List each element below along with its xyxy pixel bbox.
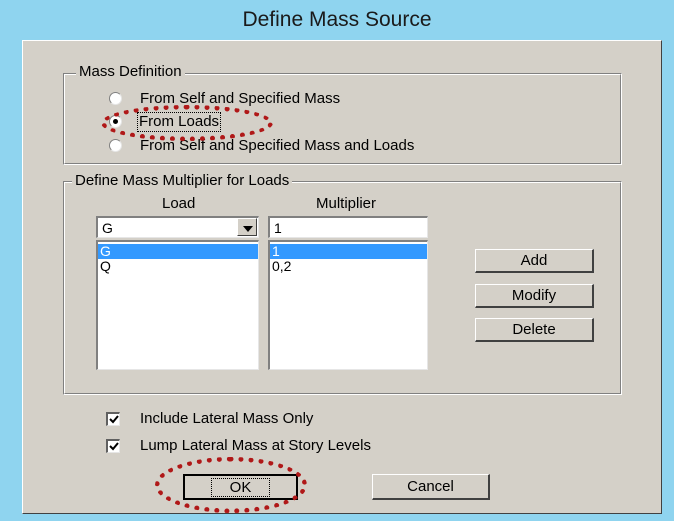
multiplier-list[interactable]: 1 0,2 bbox=[268, 240, 428, 370]
cancel-button-label: Cancel bbox=[407, 478, 454, 495]
list-item[interactable]: 0,2 bbox=[270, 259, 427, 274]
load-dropdown[interactable]: G bbox=[96, 216, 259, 238]
delete-button-label: Delete bbox=[512, 321, 556, 338]
list-item[interactable]: 1 bbox=[270, 244, 427, 259]
mass-definition-legend: Mass Definition bbox=[76, 63, 185, 81]
radio-self-specified-mass-label[interactable]: From Self and Specified Mass bbox=[140, 90, 340, 108]
list-item-label: 1 bbox=[272, 243, 280, 259]
lump-lateral-mass-checkbox[interactable] bbox=[106, 439, 120, 453]
radio-self-specified-mass[interactable] bbox=[109, 92, 122, 105]
modify-button[interactable]: Modify bbox=[475, 284, 594, 308]
mass-multiplier-legend: Define Mass Multiplier for Loads bbox=[72, 172, 293, 190]
delete-button[interactable]: Delete bbox=[475, 318, 594, 342]
load-dropdown-button[interactable] bbox=[237, 218, 257, 236]
load-list[interactable]: G Q bbox=[96, 240, 259, 370]
chevron-down-icon bbox=[243, 226, 253, 232]
load-column-header: Load bbox=[162, 195, 196, 212]
ok-button[interactable]: OK bbox=[183, 474, 298, 500]
check-icon bbox=[109, 415, 119, 424]
list-item-label: 0,2 bbox=[272, 258, 292, 274]
list-item[interactable]: G bbox=[98, 244, 258, 259]
list-item-label: Q bbox=[100, 258, 111, 274]
load-dropdown-value: G bbox=[102, 220, 113, 236]
radio-from-loads-label[interactable]: From Loads bbox=[137, 112, 222, 132]
add-button[interactable]: Add bbox=[475, 249, 594, 273]
radio-self-specified-mass-and-loads[interactable] bbox=[109, 139, 122, 152]
lump-lateral-mass-label[interactable]: Lump Lateral Mass at Story Levels bbox=[140, 437, 371, 455]
ok-button-label: OK bbox=[210, 477, 271, 497]
modify-button-label: Modify bbox=[511, 287, 557, 304]
dialog-window: Define Mass Source Mass Definition From … bbox=[0, 0, 674, 521]
window-title: Define Mass Source bbox=[242, 8, 432, 31]
include-lateral-mass-label[interactable]: Include Lateral Mass Only bbox=[140, 410, 313, 428]
multiplier-column-header: Multiplier bbox=[316, 195, 377, 212]
multiplier-input-value: 1 bbox=[274, 220, 282, 236]
list-item-label: G bbox=[100, 243, 111, 259]
check-icon bbox=[109, 442, 119, 451]
include-lateral-mass-checkbox[interactable] bbox=[106, 412, 120, 426]
multiplier-input[interactable]: 1 bbox=[268, 216, 428, 238]
radio-from-loads[interactable] bbox=[109, 115, 122, 128]
list-item[interactable]: Q bbox=[98, 259, 258, 274]
cancel-button[interactable]: Cancel bbox=[372, 474, 490, 500]
title-bar[interactable]: Define Mass Source bbox=[0, 0, 674, 40]
add-button-label: Add bbox=[520, 252, 548, 269]
radio-selected-dot bbox=[113, 119, 118, 124]
radio-self-specified-mass-and-loads-label[interactable]: From Self and Specified Mass and Loads bbox=[140, 137, 414, 155]
